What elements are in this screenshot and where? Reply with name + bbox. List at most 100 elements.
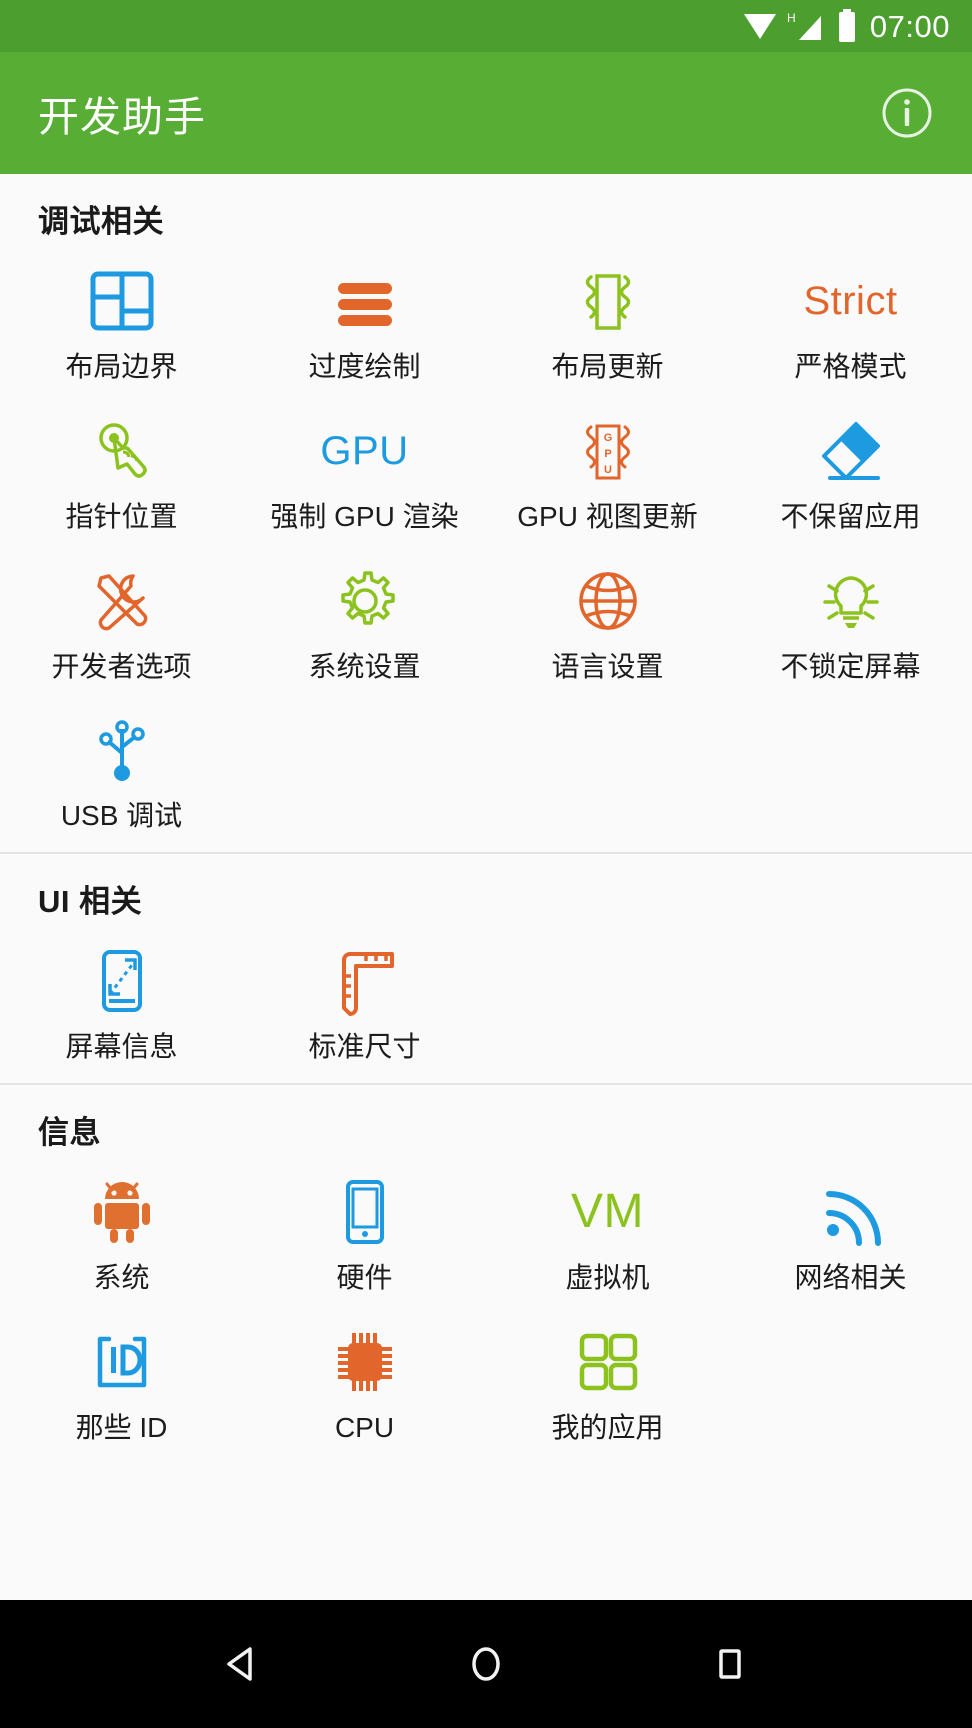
triangle-back-icon — [227, 1647, 252, 1681]
item-label: 不保留应用 — [780, 500, 921, 532]
status-bar-icons: H — [742, 9, 858, 43]
status-bar: H 07:00 — [0, 0, 972, 52]
svg-text:P: P — [604, 448, 611, 460]
battery-icon — [838, 9, 855, 42]
main-content: 调试相关 布局边界 过度绘制 布局更新 Strict 严格模式 指针位置 GPU… — [0, 174, 972, 1600]
id-bracket-icon — [2, 1324, 241, 1400]
item-stay-awake[interactable]: 不锁定屏幕 — [729, 547, 972, 697]
gpu-text-icon: GPU — [245, 413, 484, 489]
item-cpu[interactable]: CPU — [243, 1308, 486, 1458]
item-network[interactable]: 网络相关 — [729, 1158, 972, 1308]
home-button[interactable] — [438, 1616, 534, 1712]
item-label: 严格模式 — [794, 351, 907, 382]
gpu-view-update-icon: G P U — [488, 413, 727, 489]
item-label: 过度绘制 — [308, 351, 421, 382]
page-title: 开发助手 — [38, 94, 206, 140]
item-hardware[interactable]: 硬件 — [243, 1158, 486, 1308]
item-gpu-view-update[interactable]: G P U GPU 视图更新 — [486, 397, 729, 547]
item-screen-info[interactable]: 屏幕信息 — [0, 927, 243, 1077]
item-vm[interactable]: VM 虚拟机 — [486, 1158, 729, 1308]
item-strict-mode[interactable]: Strict 严格模式 — [729, 247, 972, 397]
item-language-settings[interactable]: 语言设置 — [486, 547, 729, 697]
item-label: 语言设置 — [551, 650, 664, 682]
info-icon — [882, 88, 932, 138]
strict-text: Strict — [803, 279, 898, 323]
status-bar-clock: 07:00 — [869, 8, 950, 44]
strict-text-icon: Strict — [731, 263, 970, 339]
recents-button[interactable] — [682, 1616, 778, 1712]
item-label: 我的应用 — [551, 1411, 664, 1443]
item-label: 屏幕信息 — [65, 1031, 178, 1063]
item-developer-options[interactable]: 开发者选项 — [0, 547, 243, 697]
phone-icon — [245, 1174, 484, 1250]
item-label: 不锁定屏幕 — [780, 650, 921, 682]
lightbulb-icon — [731, 563, 970, 639]
svg-text:H: H — [787, 11, 796, 25]
svg-text:U: U — [604, 464, 612, 476]
item-label: 那些 ID — [75, 1411, 168, 1443]
section-title-info: 信息 — [38, 1114, 101, 1150]
item-label: CPU — [334, 1411, 395, 1443]
section-title-ui: UI 相关 — [38, 884, 143, 920]
vm-text-icon: VM — [488, 1174, 727, 1250]
item-layout-bounds[interactable]: 布局边界 — [0, 247, 243, 397]
item-label: 标准尺寸 — [308, 1031, 421, 1063]
item-overdraw[interactable]: 过度绘制 — [243, 247, 486, 397]
item-force-gpu[interactable]: GPU 强制 GPU 渲染 — [243, 397, 486, 547]
item-label: 系统 — [93, 1261, 150, 1293]
item-layout-update[interactable]: 布局更新 — [486, 247, 729, 397]
info-button[interactable] — [874, 80, 940, 146]
grid-ui: 屏幕信息 标准尺寸 — [0, 927, 972, 1077]
item-label: 网络相关 — [794, 1261, 907, 1293]
eraser-icon — [731, 413, 970, 489]
navigation-bar — [0, 1600, 972, 1728]
overdraw-bars-icon — [245, 263, 484, 339]
section-info: 信息 系统 硬件 VM 虚拟机 网络相关 那些 ID CPU 我的应用 — [0, 1082, 972, 1464]
globe-icon — [488, 563, 727, 639]
back-button[interactable] — [194, 1616, 290, 1712]
section-ui: UI 相关 屏幕信息 标准尺寸 — [0, 852, 972, 1083]
item-ids[interactable]: 那些 ID — [0, 1308, 243, 1458]
pointer-tap-icon — [2, 413, 241, 489]
usb-icon — [2, 712, 241, 788]
item-label: 虚拟机 — [565, 1261, 650, 1293]
phone-screen: H 07:00 开发助手 调试相关 布局边界 过度绘制 布局更新 Strict … — [0, 0, 972, 1728]
item-label: 布局更新 — [551, 351, 664, 382]
square-recents-icon — [719, 1649, 741, 1679]
item-my-apps[interactable]: 我的应用 — [486, 1308, 729, 1458]
item-label: 硬件 — [336, 1261, 393, 1293]
item-pointer-location[interactable]: 指针位置 — [0, 397, 243, 547]
item-label: USB 调试 — [60, 800, 183, 832]
screen-info-icon — [2, 943, 241, 1019]
item-dont-keep-activities[interactable]: 不保留应用 — [729, 397, 972, 547]
layout-bounds-icon — [2, 263, 241, 339]
item-standard-size[interactable]: 标准尺寸 — [243, 927, 486, 1077]
network-signal-icon — [731, 1174, 970, 1250]
grid-debug: 布局边界 过度绘制 布局更新 Strict 严格模式 指针位置 GPU 强制 G… — [0, 247, 972, 846]
section-debug: 调试相关 布局边界 过度绘制 布局更新 Strict 严格模式 指针位置 GPU… — [0, 174, 972, 852]
apps-grid-icon — [488, 1324, 727, 1400]
item-label: 开发者选项 — [51, 650, 192, 682]
gpu-text: GPU — [320, 428, 409, 473]
android-robot-icon — [2, 1174, 241, 1250]
gear-icon — [245, 563, 484, 639]
item-label: 指针位置 — [65, 500, 178, 532]
cpu-chip-icon — [245, 1324, 484, 1400]
ruler-icon — [245, 943, 484, 1019]
item-system[interactable]: 系统 — [0, 1158, 243, 1308]
item-label: GPU 视图更新 — [517, 500, 698, 532]
item-system-settings[interactable]: 系统设置 — [243, 547, 486, 697]
item-usb-debug[interactable]: USB 调试 — [0, 696, 243, 846]
tools-icon — [2, 563, 241, 639]
section-title-debug: 调试相关 — [38, 204, 164, 239]
item-label: 系统设置 — [308, 650, 421, 682]
wifi-icon — [743, 14, 776, 39]
item-label: 布局边界 — [65, 351, 178, 382]
circle-home-icon — [472, 1647, 500, 1681]
vm-text: VM — [571, 1184, 644, 1238]
signal-h-icon: H — [787, 11, 821, 40]
app-bar: 开发助手 — [0, 52, 972, 174]
item-label: 强制 GPU 渲染 — [270, 500, 459, 532]
layout-update-icon — [488, 263, 727, 339]
grid-info: 系统 硬件 VM 虚拟机 网络相关 那些 ID CPU 我的应用 — [0, 1158, 972, 1458]
